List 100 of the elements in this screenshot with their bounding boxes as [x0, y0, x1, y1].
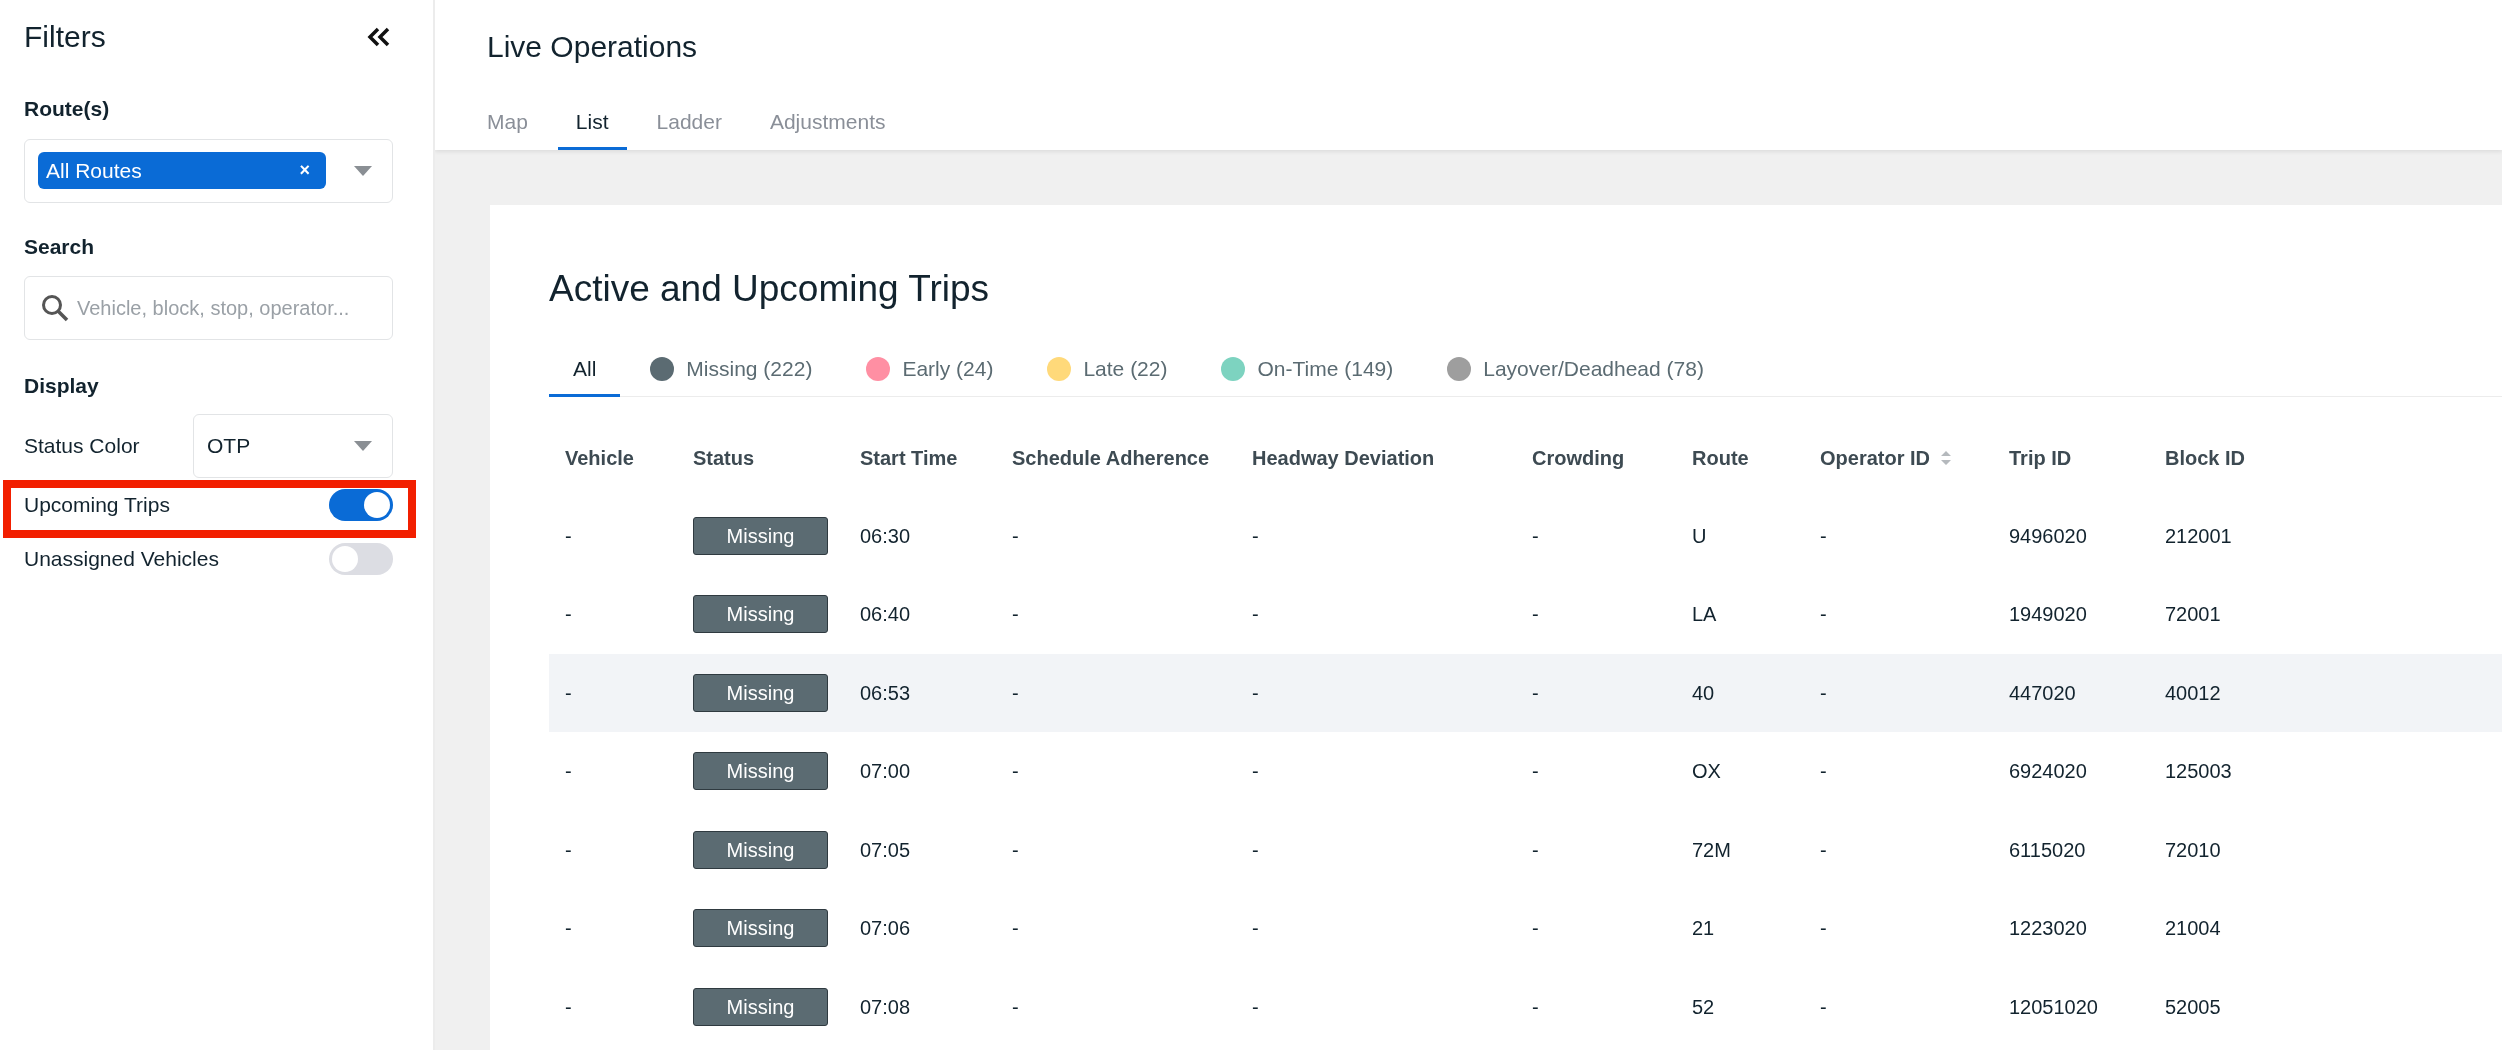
table-cell-text: 52	[1692, 994, 1716, 1020]
table-cell-text: 21	[1692, 916, 1716, 942]
table-cell-text: 72001	[2165, 602, 2222, 628]
status-badge: Missing	[693, 752, 828, 791]
caret-icon	[354, 440, 372, 451]
table-cell-text: OX	[1692, 759, 1722, 785]
table-cell-text: 07:08	[860, 994, 912, 1020]
nav-tab[interactable]: Ladder	[638, 96, 740, 150]
column-header: Schedule Adherence	[1012, 445, 1211, 471]
status-badge: Missing	[693, 987, 828, 1026]
sidebar-title: Filters	[24, 19, 106, 55]
table-cell-text: -	[1820, 994, 1828, 1020]
table-cell-text: -	[1532, 759, 1540, 785]
status-filter-tab[interactable]: All	[549, 344, 621, 397]
table-cell-text: -	[1252, 759, 1260, 785]
table-cell-text: 40	[1692, 680, 1716, 706]
table-cell-text: -	[1820, 916, 1828, 942]
status-color-select[interactable]: OTP	[193, 413, 393, 478]
column-header: Route	[1692, 445, 1750, 471]
table-cell-text: LA	[1692, 602, 1718, 628]
table-cell-text: 06:53	[860, 680, 912, 706]
table-cell-text: 07:06	[860, 916, 912, 942]
table-cell-text: -	[1820, 602, 1828, 628]
table-cell-text: -	[1252, 602, 1260, 628]
table-cell-text: U	[1692, 523, 1708, 549]
select-value: OTP	[207, 432, 251, 459]
table-cell-text: -	[1532, 837, 1540, 863]
table-cell-text: -	[564, 837, 573, 863]
toggle-label: Upcoming Trips	[24, 491, 170, 518]
field-label: Status Color	[24, 432, 140, 459]
table-cell-text: 06:40	[860, 602, 912, 628]
table-cell-text: 06:30	[860, 523, 912, 549]
table-cell-text: -	[1820, 680, 1828, 706]
table-cell-text: 125003	[2165, 759, 2233, 785]
table-cell-text: -	[1532, 680, 1540, 706]
column-header: Headway Deviation	[1252, 445, 1436, 471]
column-header: Trip ID	[2009, 445, 2073, 471]
status-filter-tab[interactable]: Missing (222)	[626, 344, 837, 397]
table-cell-text: -	[1252, 680, 1260, 706]
table-cell-text: -	[1012, 523, 1020, 549]
table-cell-text: 40012	[2165, 680, 2222, 706]
table-cell-text: -	[1252, 994, 1260, 1020]
nav-tab[interactable]: List	[557, 96, 627, 150]
table-cell-text: 21004	[2165, 916, 2222, 942]
column-header: Block ID	[2165, 445, 2247, 471]
table-cell-text: -	[1012, 994, 1020, 1020]
status-badge: Missing	[693, 830, 828, 869]
table-cell-text: -	[1252, 837, 1260, 863]
table-row[interactable]: - Missing 06:53 - - - 40 - 447020 40012	[549, 653, 2502, 732]
table-cell-text: 72010	[2165, 837, 2222, 863]
table-cell-text: -	[1820, 523, 1828, 549]
section-label: Route(s)	[24, 96, 111, 122]
table-cell-text: 6115020	[2009, 837, 2087, 863]
table-cell-text: 12051020	[2009, 994, 2099, 1020]
toggle-switch[interactable]	[329, 488, 393, 521]
table-cell-text: 1223020	[2009, 916, 2088, 942]
card-title: Active and Upcoming Trips	[549, 267, 991, 311]
table-cell-text: -	[1252, 916, 1260, 942]
table-cell-text: -	[1012, 602, 1020, 628]
column-header: Crowding	[1532, 445, 1626, 471]
status-filter-tab[interactable]: Early (24)	[842, 344, 1018, 397]
status-badge: Missing	[693, 595, 828, 634]
double-chevron-left-icon	[367, 26, 391, 47]
table-cell-text: -	[1252, 523, 1260, 549]
table-cell-text: -	[1820, 759, 1828, 785]
table-cell-text: 447020	[2009, 680, 2077, 706]
table-cell-text: -	[564, 602, 573, 628]
chip-remove-button[interactable]: ×	[299, 157, 310, 184]
status-badge: Missing	[693, 516, 828, 555]
table-cell-text: -	[1012, 680, 1020, 706]
column-header: Start Time	[860, 445, 959, 471]
table-cell-text: -	[564, 680, 573, 706]
status-filter-tab[interactable]: Layover/Deadhead (78)	[1423, 344, 1728, 397]
route-chip[interactable]: All Routes ×	[38, 152, 326, 189]
header-label: Operator ID	[1820, 445, 1931, 471]
search-field[interactable]: Vehicle, block, stop, operator...	[24, 276, 393, 340]
status-filter-tab[interactable]: On-Time (149)	[1197, 344, 1418, 397]
route-select[interactable]: All Routes ×	[24, 138, 393, 203]
table-cell-text: 212001	[2165, 523, 2233, 549]
table-cell-text: 52005	[2165, 994, 2222, 1020]
nav-tab[interactable]: Map	[469, 96, 546, 150]
status-badge: Missing	[693, 673, 828, 712]
table-cell-text: -	[1532, 916, 1540, 942]
table-cell-text: 6924020	[2009, 759, 2088, 785]
column-header: Status	[693, 445, 756, 471]
status-filter-tab[interactable]: Late (22)	[1023, 344, 1192, 397]
table-cell-text: 9496020	[2009, 523, 2088, 549]
table-cell-text: -	[564, 523, 573, 549]
caret-icon	[354, 165, 372, 176]
nav-tab[interactable]: Adjustments	[751, 96, 904, 150]
toggle-switch[interactable]	[329, 542, 393, 575]
table-cell-text: 07:00	[860, 759, 912, 785]
page-title: Live Operations	[487, 29, 699, 65]
table-cell-text: -	[1012, 837, 1020, 863]
table-cell-text: -	[1820, 837, 1828, 863]
table-cell-text: -	[1532, 994, 1540, 1020]
chip-label: All Routes	[46, 157, 142, 184]
table-cell-text: -	[564, 994, 573, 1020]
column-header: Vehicle	[564, 445, 635, 471]
table-cell-text: 72M	[1692, 837, 1732, 863]
